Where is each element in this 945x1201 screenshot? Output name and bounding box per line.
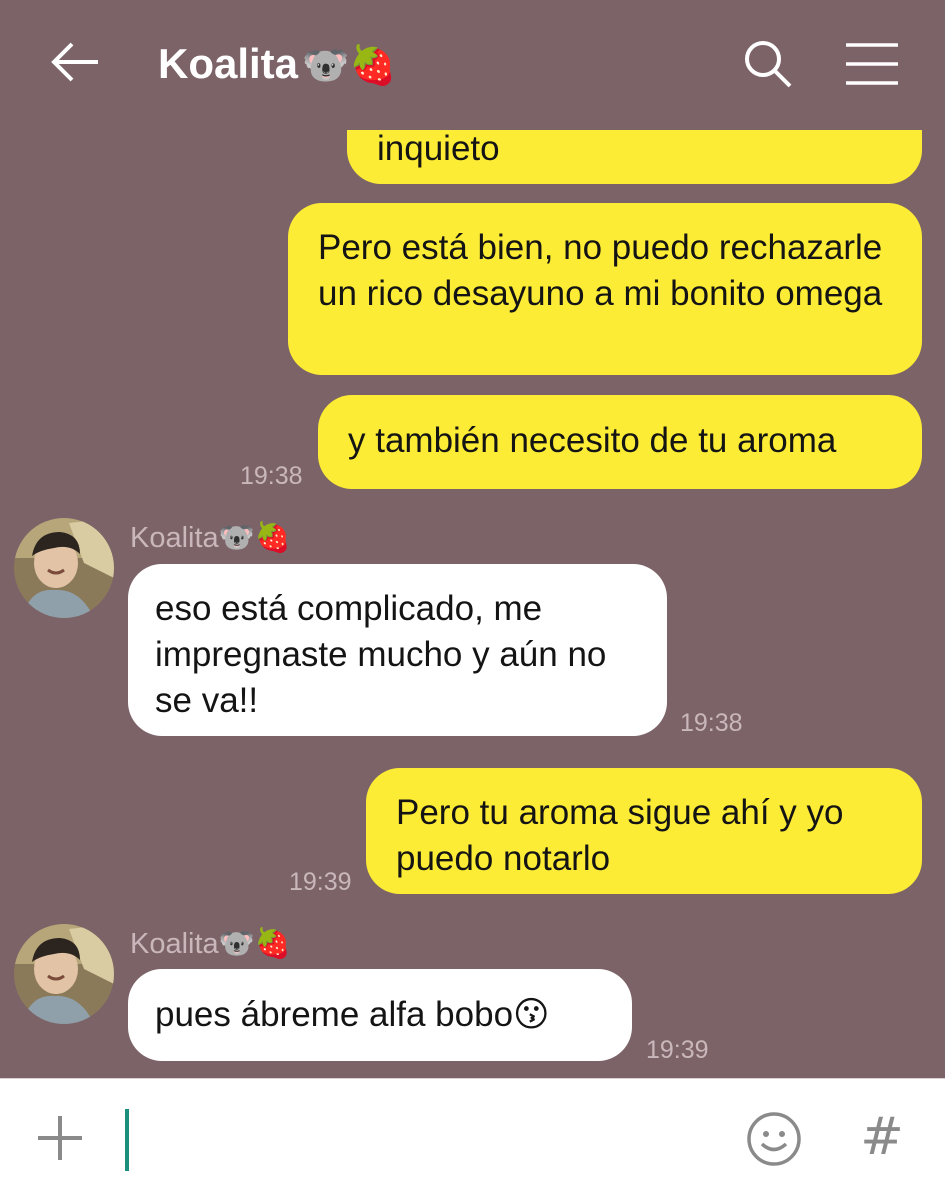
hash-icon[interactable]: # [857,1107,907,1167]
message-time: 19:38 [680,709,743,737]
chat-title-emoji: 🐨🍓 [302,45,397,87]
back-arrow-icon[interactable] [48,34,104,90]
message-bubble-outgoing[interactable]: Pero está bien, no puedo rechazarle un r… [288,203,922,375]
menu-icon[interactable] [842,36,902,92]
message-text: pues ábreme alfa bobo😗 [155,995,550,1034]
message-bubble-outgoing[interactable]: y también necesito de tu aroma [318,395,922,489]
message-time: 19:39 [646,1036,709,1064]
message-bubble-incoming[interactable]: pues ábreme alfa bobo😗 [128,969,632,1061]
chat-title[interactable]: Koalita 🐨🍓 [158,36,397,94]
chat-header: Koalita 🐨🍓 [0,0,945,130]
message-text: inquieto [377,129,500,168]
emoji-icon[interactable] [746,1111,802,1167]
message-time: 19:39 [289,868,352,896]
sender-name: Koalita🐨🍓 [130,928,291,960]
message-text: Pero está bien, no puedo rechazarle un r… [318,228,893,313]
message-input-bar: # [0,1078,945,1201]
sender-name: Koalita🐨🍓 [130,522,291,554]
message-text: eso está complicado, me impregnaste much… [155,589,617,720]
message-text: y también necesito de tu aroma [348,421,837,460]
text-caret [125,1109,129,1171]
message-time: 19:38 [240,462,303,490]
message-input[interactable] [118,1105,718,1175]
message-bubble-incoming[interactable]: eso está complicado, me impregnaste much… [128,564,667,736]
message-bubble-outgoing[interactable]: Pero tu aroma sigue ahí y yo puedo notar… [366,768,922,894]
avatar[interactable] [14,924,114,1024]
message-text: Pero tu aroma sigue ahí y yo puedo notar… [396,793,854,878]
plus-icon[interactable] [34,1112,86,1164]
search-icon[interactable] [740,36,796,92]
chat-area[interactable]: inquieto Pero está bien, no puedo rechaz… [0,0,945,1078]
avatar[interactable] [14,518,114,618]
chat-title-text: Koalita [158,40,299,87]
